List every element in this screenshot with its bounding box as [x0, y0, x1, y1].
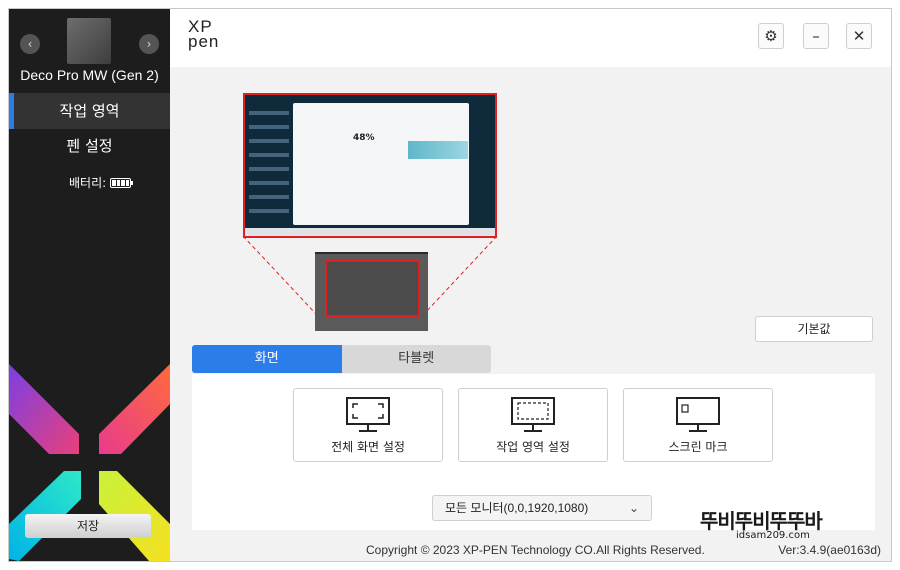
monitor-preview: 48%: [243, 93, 497, 238]
card-label: 작업 영역 설정: [496, 440, 570, 454]
fullscreen-setting-button[interactable]: 전체 화면 설정: [293, 388, 443, 462]
minimize-icon: –: [812, 27, 820, 45]
tab-tablet[interactable]: 타블렛: [342, 345, 492, 373]
monitor-select-value: 모든 모니터(0,0,1920,1080): [445, 501, 589, 515]
settings-window-preview: 48%: [293, 103, 469, 225]
preview-battery-percent: 48%: [353, 133, 375, 143]
minimize-button[interactable]: –: [803, 23, 829, 49]
default-button[interactable]: 기본값: [755, 316, 873, 342]
decorative-x-logo: [9, 364, 170, 561]
settings-button[interactable]: ⚙: [758, 23, 784, 49]
work-area-monitor-icon: [511, 397, 555, 432]
xppen-logo: XP pen: [188, 17, 220, 51]
copyright-text: Copyright © 2023 XP-PEN Technology CO.Al…: [366, 543, 705, 557]
tab-screen[interactable]: 화면: [192, 345, 342, 373]
screen-mark-button[interactable]: 스크린 마크: [623, 388, 773, 462]
watermark-url: idsam209.com: [736, 530, 810, 541]
monitor-select[interactable]: 모든 모니터(0,0,1920,1080) ⌄: [432, 495, 652, 521]
chevron-down-icon: ⌄: [628, 501, 639, 515]
gear-icon: ⚙: [764, 27, 778, 45]
fullscreen-monitor-icon: [346, 397, 390, 432]
close-icon: ✕: [852, 27, 866, 45]
version-text: Ver:3.4.9(ae0163d): [778, 543, 881, 557]
header: XP pen ⚙ – ✕: [170, 9, 891, 67]
footer: Copyright © 2023 XP-PEN Technology CO.Al…: [170, 539, 891, 561]
tablet-active-area[interactable]: [325, 260, 420, 317]
tab-bar: 화면 타블렛: [192, 345, 491, 373]
close-button[interactable]: ✕: [846, 23, 872, 49]
sidebar: ‹ › Deco Pro MW (Gen 2) 작업 영역 펜 설정 배터리:: [9, 9, 170, 561]
app-window: ‹ › Deco Pro MW (Gen 2) 작업 영역 펜 설정 배터리:: [8, 8, 892, 562]
screen-mark-monitor-icon: [676, 397, 720, 432]
card-label: 스크린 마크: [668, 440, 728, 454]
save-button[interactable]: 저장: [25, 514, 151, 538]
tablet-preview: [315, 252, 428, 331]
taskbar-preview: [245, 228, 495, 236]
work-area-setting-button[interactable]: 작업 영역 설정: [458, 388, 608, 462]
card-label: 전체 화면 설정: [331, 440, 405, 454]
